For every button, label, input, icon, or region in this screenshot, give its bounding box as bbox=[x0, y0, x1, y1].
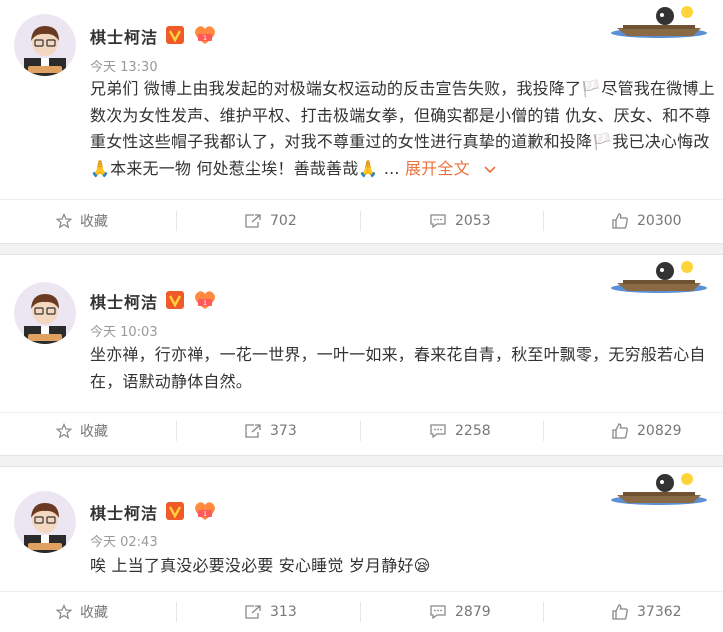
repost-count: 702 bbox=[270, 213, 297, 229]
comment-icon bbox=[430, 605, 446, 620]
post-text: 兄弟们 微博上由我发起的对极端女权运动的反击宣告失败，我投降了🏳️尽管我在微博上… bbox=[90, 79, 715, 178]
divider bbox=[0, 199, 723, 200]
favorite-button[interactable]: 收藏 bbox=[56, 592, 108, 632]
comment-icon bbox=[430, 424, 446, 439]
repost-count: 313 bbox=[270, 604, 297, 620]
comment-count: 2258 bbox=[455, 423, 491, 439]
favorite-button[interactable]: 收藏 bbox=[56, 201, 108, 241]
post-content: 坐亦禅，行亦禅，一花一世界，一叶一如来，春来花自青，秋至叶飘零，无穷般若心自在，… bbox=[90, 342, 716, 395]
post-separator bbox=[0, 455, 723, 467]
post-text: 坐亦禅，行亦禅，一花一世界，一叶一如来，春来花自青，秋至叶飘零，无穷般若心自在，… bbox=[90, 345, 706, 391]
comment-button[interactable]: 2258 bbox=[429, 411, 491, 451]
like-button[interactable]: 20300 bbox=[611, 201, 682, 241]
post-content: 兄弟们 微博上由我发起的对极端女权运动的反击宣告失败，我投降了🏳️尽管我在微博上… bbox=[90, 76, 716, 182]
thumbs-up-icon bbox=[612, 423, 628, 439]
favorite-label: 收藏 bbox=[80, 214, 108, 230]
star-icon bbox=[56, 604, 72, 620]
svg-text:1: 1 bbox=[203, 300, 207, 307]
vip-badge-icon[interactable] bbox=[166, 502, 184, 520]
comment-button[interactable]: 2053 bbox=[429, 201, 491, 241]
username[interactable]: 棋士柯洁 bbox=[90, 500, 158, 524]
avatar[interactable] bbox=[14, 282, 76, 344]
divider bbox=[543, 602, 544, 622]
star-icon bbox=[56, 423, 72, 439]
like-button[interactable]: 20829 bbox=[611, 411, 682, 451]
favorite-label: 收藏 bbox=[80, 424, 108, 440]
repost-button[interactable]: 702 bbox=[244, 201, 297, 241]
comment-count: 2879 bbox=[455, 604, 491, 620]
chevron-down-icon bbox=[484, 156, 496, 183]
avatar-image bbox=[14, 282, 76, 344]
avatar[interactable] bbox=[14, 491, 76, 553]
divider bbox=[360, 421, 361, 441]
fan-badge-icon[interactable]: 1 bbox=[192, 500, 218, 522]
post-time[interactable]: 今天 02:43 bbox=[90, 531, 158, 550]
divider bbox=[176, 602, 177, 622]
post-text: 唉 上当了真没必要没必要 安心睡觉 岁月静好😪 bbox=[90, 556, 431, 575]
repost-button[interactable]: 313 bbox=[244, 592, 297, 632]
fan-badge-icon[interactable]: 1 bbox=[192, 289, 218, 311]
fan-badge-icon[interactable]: 1 bbox=[192, 24, 218, 46]
post-separator bbox=[0, 243, 723, 255]
svg-text:1: 1 bbox=[203, 511, 207, 518]
vip-badge-icon[interactable] bbox=[166, 291, 184, 309]
repost-icon bbox=[245, 424, 261, 438]
comment-icon bbox=[430, 214, 446, 229]
action-bar: 收藏 702 2053 20300 bbox=[0, 201, 723, 241]
repost-icon bbox=[245, 605, 261, 619]
username[interactable]: 棋士柯洁 bbox=[90, 24, 158, 48]
thumbs-up-icon bbox=[612, 604, 628, 620]
like-count: 37362 bbox=[637, 604, 682, 620]
avatar-image bbox=[14, 491, 76, 553]
repost-count: 373 bbox=[270, 423, 297, 439]
divider bbox=[543, 211, 544, 231]
svg-text:1: 1 bbox=[203, 35, 207, 42]
boat-decoration-icon bbox=[611, 473, 707, 505]
vip-badge-icon[interactable] bbox=[166, 26, 184, 44]
expand-label: 展开全文 bbox=[404, 158, 470, 178]
like-button[interactable]: 37362 bbox=[611, 592, 682, 632]
repost-icon bbox=[245, 214, 261, 228]
post-card: 棋士柯洁 1 今天 02:43 唉 上当了真没必要没必要 安心睡觉 岁月静好😪 … bbox=[0, 467, 723, 631]
boat-decoration-icon bbox=[611, 261, 707, 293]
avatar[interactable] bbox=[14, 14, 76, 76]
action-bar: 收藏 373 2258 20829 bbox=[0, 411, 723, 451]
boat-decoration-icon bbox=[611, 6, 707, 38]
post-card: 棋士柯洁 1 今天 10:03 坐亦禅，行亦禅，一花一世界，一叶一如来，春来花自… bbox=[0, 255, 723, 456]
favorite-label: 收藏 bbox=[80, 605, 108, 621]
post-card: 棋士柯洁 1 今天 13:30 兄弟们 微博上由我发起的对极端女权运动的反击宣告… bbox=[0, 0, 723, 244]
action-bar: 收藏 313 2879 37362 bbox=[0, 592, 723, 632]
like-count: 20829 bbox=[637, 423, 682, 439]
comment-button[interactable]: 2879 bbox=[429, 592, 491, 632]
thumbs-up-icon bbox=[612, 213, 628, 229]
post-time[interactable]: 今天 10:03 bbox=[90, 321, 158, 340]
comment-count: 2053 bbox=[455, 213, 491, 229]
post-content: 唉 上当了真没必要没必要 安心睡觉 岁月静好😪 bbox=[90, 553, 716, 580]
post-time[interactable]: 今天 13:30 bbox=[90, 56, 158, 75]
divider bbox=[360, 211, 361, 231]
divider bbox=[176, 421, 177, 441]
expand-link[interactable]: 展开全文 bbox=[405, 159, 496, 178]
star-icon bbox=[56, 213, 72, 229]
avatar-image bbox=[14, 14, 76, 76]
like-count: 20300 bbox=[637, 213, 682, 229]
username[interactable]: 棋士柯洁 bbox=[90, 289, 158, 313]
repost-button[interactable]: 373 bbox=[244, 411, 297, 451]
divider bbox=[543, 421, 544, 441]
favorite-button[interactable]: 收藏 bbox=[56, 411, 108, 451]
divider bbox=[176, 211, 177, 231]
divider bbox=[360, 602, 361, 622]
